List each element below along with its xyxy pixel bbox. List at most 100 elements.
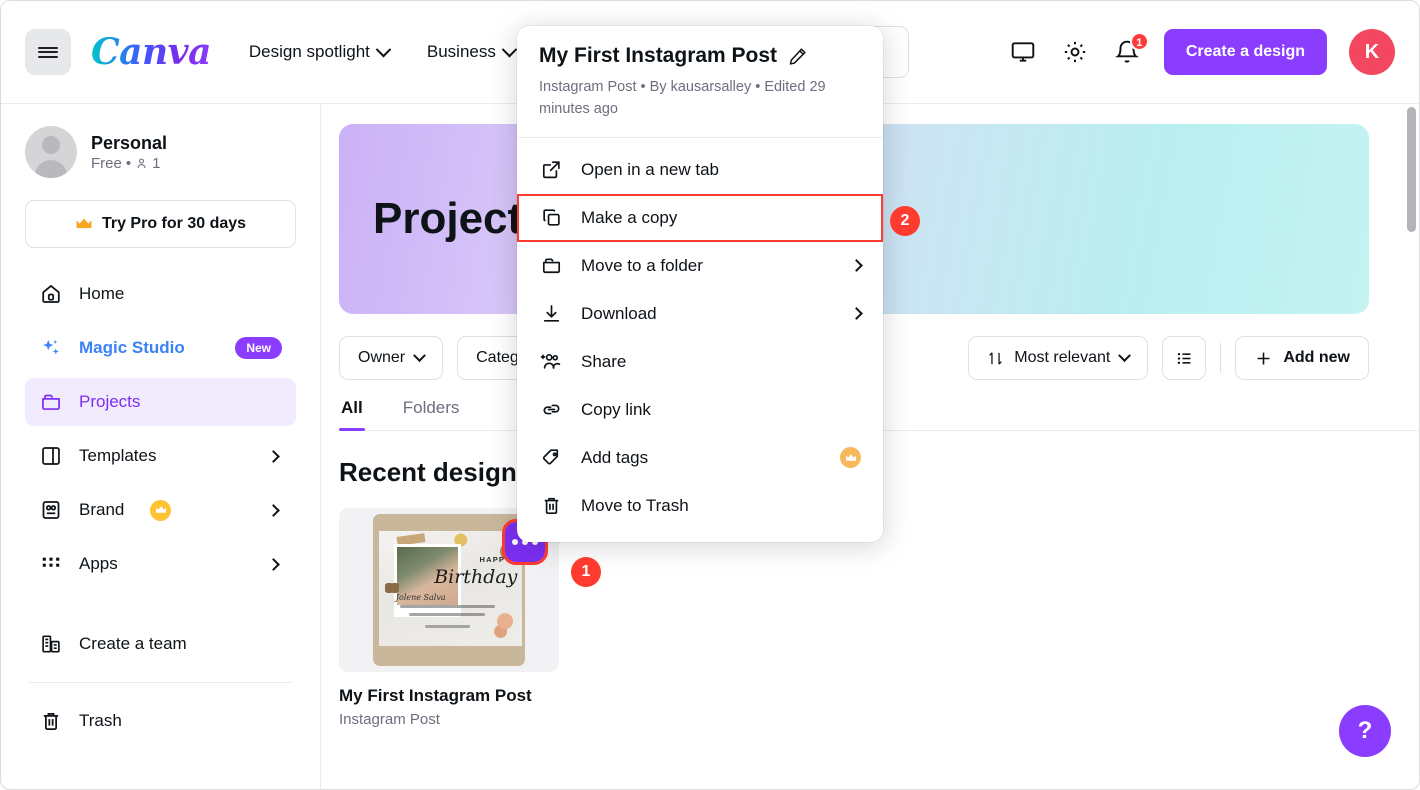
user-avatar[interactable]: K [1349, 29, 1395, 75]
home-icon [39, 282, 63, 306]
page-scrollbar[interactable] [1407, 107, 1416, 232]
toolbar-divider [1220, 343, 1221, 373]
sidebar-item-projects-label: Projects [79, 392, 282, 412]
context-menu-meta: Instagram Post • By kausarsalley • Edite… [539, 76, 861, 121]
crown-icon [155, 505, 167, 515]
trash-icon [39, 709, 63, 733]
context-menu-items: Open in a new tab Make a copy [517, 138, 883, 542]
menu-item-add-tags[interactable]: Add tags [517, 434, 883, 482]
thumbnail-text-line [400, 605, 494, 608]
gear-icon[interactable] [1060, 37, 1090, 67]
tab-folders[interactable]: Folders [401, 398, 462, 430]
menu-item-share[interactable]: Share [517, 338, 883, 386]
menu-item-move-to-a-folder[interactable]: Move to a folder [517, 242, 883, 290]
thumbnail-birthday-text: Birthday [434, 566, 517, 588]
menu-item-download[interactable]: Download [517, 290, 883, 338]
folder-icon [39, 390, 63, 414]
bell-icon[interactable]: 1 [1112, 37, 1142, 67]
try-pro-label: Try Pro for 30 days [102, 215, 246, 233]
plus-icon [1254, 349, 1273, 368]
sort-label: Most relevant [1014, 349, 1110, 367]
filter-owner[interactable]: Owner [339, 336, 443, 380]
menu-item-make-a-copy-label: Make a copy [581, 208, 861, 228]
thumbnail-signature: Jolene Salva [396, 593, 446, 602]
nav-spacer [25, 594, 296, 620]
more-dots-icon [512, 539, 518, 545]
sidebar-item-projects[interactable]: Projects [25, 378, 296, 426]
menu-item-copy-link[interactable]: Copy link [517, 386, 883, 434]
external-link-icon [539, 158, 563, 182]
avatar [25, 126, 77, 178]
context-menu-title-row: My First Instagram Post [539, 44, 861, 68]
left-sidebar: Personal Free • 1 Try Pro for 30 days [1, 104, 321, 789]
pencil-icon[interactable] [787, 46, 808, 67]
sidebar-item-apps-label: Apps [79, 554, 253, 574]
chevron-right-icon [267, 504, 280, 517]
download-icon [539, 302, 563, 326]
try-pro-button[interactable]: Try Pro for 30 days [25, 200, 296, 248]
menu-item-move-to-trash[interactable]: Move to Trash [517, 482, 883, 530]
brand-icon [39, 498, 63, 522]
notification-count-badge: 1 [1130, 32, 1149, 51]
new-badge: New [235, 337, 282, 359]
sidebar-item-trash[interactable]: Trash [25, 697, 296, 745]
context-menu-header: My First Instagram Post Instagram Post •… [517, 26, 883, 138]
sidebar-item-magic-studio[interactable]: Magic Studio New [25, 324, 296, 372]
canva-app-window: Canva Design spotlight Business lders, a… [0, 0, 1420, 790]
thumbnail-flower [494, 611, 516, 645]
sort-dropdown[interactable]: Most relevant [968, 336, 1148, 380]
link-icon [539, 398, 563, 422]
sidebar-item-home[interactable]: Home [25, 270, 296, 318]
annotation-step-2: 2 [890, 206, 920, 236]
account-plan: Free [91, 155, 122, 172]
nav-business-label: Business [427, 42, 496, 62]
display-icon[interactable] [1008, 37, 1038, 67]
sidebar-item-templates-label: Templates [79, 446, 253, 466]
person-icon [135, 157, 148, 170]
chevron-right-icon [267, 450, 280, 463]
account-profile[interactable]: Personal Free • 1 [25, 126, 296, 178]
list-view-icon [1175, 349, 1194, 368]
thumbnail-text-line [425, 625, 471, 628]
share-people-icon [539, 350, 563, 374]
tab-all[interactable]: All [339, 398, 365, 430]
nav-business[interactable]: Business [427, 42, 515, 62]
account-plan-row: Free • 1 [91, 155, 167, 172]
context-menu-title: My First Instagram Post [539, 44, 777, 68]
sort-arrows-icon [987, 350, 1004, 367]
building-icon [39, 632, 63, 656]
chevron-right-icon [850, 308, 863, 321]
sidebar-item-create-a-team[interactable]: Create a team [25, 620, 296, 668]
design-card-title: My First Instagram Post [339, 686, 559, 706]
canva-logo[interactable]: Canva [91, 34, 211, 70]
add-new-button[interactable]: Add new [1235, 336, 1369, 380]
crown-icon [75, 217, 93, 231]
sidebar-item-brand-label: Brand [79, 500, 124, 520]
chevron-down-icon [413, 349, 426, 362]
menu-item-open-in-new-tab[interactable]: Open in a new tab [517, 146, 883, 194]
sidebar-nav: Home Magic Studio New [25, 270, 296, 745]
menu-item-open-in-new-tab-label: Open in a new tab [581, 160, 861, 180]
member-count: 1 [152, 155, 160, 172]
sidebar-item-apps[interactable]: Apps [25, 540, 296, 588]
create-a-design-button[interactable]: Create a design [1164, 29, 1327, 75]
sparkle-icon [39, 336, 63, 360]
sidebar-item-magic-studio-label: Magic Studio [79, 338, 219, 358]
list-view-toggle[interactable] [1162, 336, 1206, 380]
menu-item-make-a-copy[interactable]: Make a copy [517, 194, 883, 242]
nav-design-spotlight-label: Design spotlight [249, 42, 370, 62]
copy-icon [539, 206, 563, 230]
design-context-menu: My First Instagram Post Instagram Post •… [517, 26, 883, 542]
sidebar-item-templates[interactable]: Templates [25, 432, 296, 480]
nav-design-spotlight[interactable]: Design spotlight [249, 42, 389, 62]
add-new-label: Add new [1283, 349, 1350, 367]
hamburger-icon[interactable] [25, 29, 71, 75]
sidebar-item-home-label: Home [79, 284, 282, 304]
sidebar-item-brand[interactable]: Brand [25, 486, 296, 534]
chevron-down-icon [376, 41, 392, 57]
menu-item-download-label: Download [581, 304, 834, 324]
menu-item-add-tags-label: Add tags [581, 448, 822, 468]
menu-item-move-to-a-folder-label: Move to a folder [581, 256, 834, 276]
help-button[interactable]: ? [1339, 705, 1391, 757]
pro-crown-badge [840, 447, 861, 468]
